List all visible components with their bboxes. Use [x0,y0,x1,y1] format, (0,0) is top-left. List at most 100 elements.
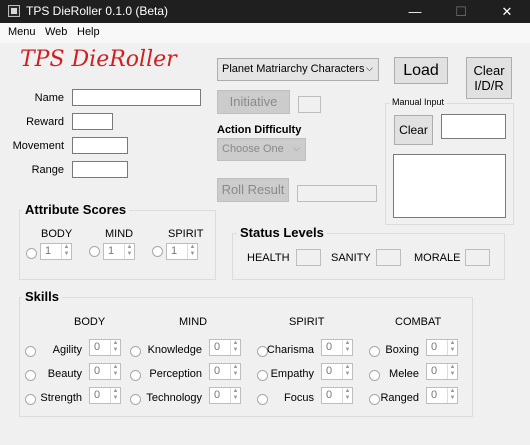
skills-title: Skills [22,289,62,304]
skill-beauty-label: Beauty [47,368,82,380]
roll-result-field[interactable] [297,185,377,202]
skill-charisma-value: 0 [326,341,333,353]
skills-body-header: BODY [74,316,106,328]
close-button[interactable]: ✕ [484,0,530,23]
attr-body-value: 1 [45,245,52,257]
attribute-scores-title: Attribute Scores [22,202,130,217]
skill-knowledge-label: Knowledge [147,344,202,356]
spin-arrows-icon[interactable]: ▲ ▼ [61,244,71,259]
skills-spirit-header: SPIRIT [289,316,325,328]
morale-label: MORALE [414,252,461,264]
initiative-button[interactable]: Initiative [217,90,290,114]
attr-body-stepper[interactable]: 1 ▲ ▼ [40,243,72,260]
skills-combat-header: COMBAT [395,316,442,328]
sanity-label: SANITY [331,252,371,264]
movement-field[interactable] [72,137,128,154]
clear-idr-line1: Clear [473,63,505,78]
menu-item-menu[interactable]: Menu [8,26,36,38]
spin-arrows-icon[interactable]: ▲ ▼ [342,364,352,379]
reward-field[interactable] [72,113,113,130]
roll-result-button[interactable]: Roll Result [217,178,289,202]
attr-spirit-label: SPIRIT [168,228,204,240]
skill-technology-label: Technology [146,392,202,404]
range-label: Range [31,164,64,176]
spin-arrows-icon[interactable]: ▲ ▼ [230,388,240,403]
skill-strength-stepper[interactable]: 0 ▲ ▼ [89,387,121,404]
spin-arrows-icon[interactable]: ▲ ▼ [110,388,120,403]
clear-idr-button[interactable]: Clear I/D/R [466,57,512,99]
skill-boxing-label: Boxing [385,344,419,356]
skill-ranged-label: Ranged [380,392,419,404]
attr-mind-label: MIND [105,228,134,240]
load-button[interactable]: Load [394,57,448,84]
attr-mind-stepper[interactable]: 1 ▲ ▼ [103,243,135,260]
movement-label: Movement [12,140,64,152]
spin-arrows-icon[interactable]: ▲ ▼ [110,364,120,379]
manual-clear-button[interactable]: Clear [394,115,433,145]
spin-arrows-icon[interactable]: ▲ ▼ [230,340,240,355]
skill-melee-value: 0 [431,365,438,377]
spin-arrows-icon[interactable]: ▲ ▼ [342,388,352,403]
menu-item-help[interactable]: Help [77,26,100,38]
action-difficulty-value: Choose One [222,143,284,155]
name-field[interactable] [72,89,201,106]
skill-agility-label: Agility [52,344,82,356]
attr-spirit-radio[interactable] [152,246,163,257]
manual-input-textarea[interactable] [393,154,506,218]
character-select[interactable]: Planet Matriarchy Characters ⌵ [217,58,379,81]
spin-arrows-icon[interactable]: ▲ ▼ [447,364,457,379]
spin-arrows-icon[interactable]: ▲ ▼ [110,340,120,355]
skill-perception-stepper[interactable]: 0 ▲ ▼ [209,363,241,380]
maximize-button[interactable]: ☐ [438,0,484,23]
skill-charisma-stepper[interactable]: 0 ▲ ▼ [321,339,353,356]
attr-spirit-stepper[interactable]: 1 ▲ ▼ [166,243,198,260]
skill-ranged-stepper[interactable]: 0 ▲ ▼ [426,387,458,404]
window-title: TPS DieRoller 0.1.0 (Beta) [26,4,169,18]
skill-strength-label: Strength [40,392,82,404]
skill-charisma-label: Charisma [266,344,314,356]
skill-boxing-stepper[interactable]: 0 ▲ ▼ [426,339,458,356]
skill-perception-value: 0 [214,365,221,377]
initiative-field[interactable] [298,96,321,113]
spin-arrows-icon[interactable]: ▲ ▼ [447,388,457,403]
skill-technology-value: 0 [214,389,221,401]
manual-input-field[interactable] [441,114,506,139]
attr-mind-radio[interactable] [89,246,100,257]
attr-body-radio[interactable] [26,248,37,259]
morale-field[interactable] [465,249,490,266]
attr-body-label: BODY [41,228,73,240]
spin-arrows-icon[interactable]: ▲ ▼ [230,364,240,379]
spin-arrows-icon[interactable]: ▲ ▼ [342,340,352,355]
health-label: HEALTH [247,252,290,264]
sanity-field[interactable] [376,249,401,266]
attr-mind-value: 1 [108,245,115,257]
action-difficulty-label: Action Difficulty [217,124,302,136]
name-label: Name [34,92,64,104]
app-title: TPS DieRoller [20,47,177,72]
skill-knowledge-stepper[interactable]: 0 ▲ ▼ [209,339,241,356]
skill-beauty-stepper[interactable]: 0 ▲ ▼ [89,363,121,380]
skill-beauty-value: 0 [94,365,101,377]
attr-spirit-value: 1 [171,245,178,257]
range-field[interactable] [72,161,128,178]
title-bar: TPS DieRoller 0.1.0 (Beta) — ☐ ✕ [0,0,530,23]
health-field[interactable] [296,249,321,266]
spin-arrows-icon[interactable]: ▲ ▼ [124,244,134,259]
menu-item-web[interactable]: Web [45,26,67,38]
skill-knowledge-value: 0 [214,341,221,353]
spin-arrows-icon[interactable]: ▲ ▼ [447,340,457,355]
skill-melee-stepper[interactable]: 0 ▲ ▼ [426,363,458,380]
reward-label: Reward [26,116,64,128]
spin-arrows-icon[interactable]: ▲ ▼ [187,244,197,259]
status-levels-title: Status Levels [237,225,327,240]
skill-focus-stepper[interactable]: 0 ▲ ▼ [321,387,353,404]
skill-empathy-stepper[interactable]: 0 ▲ ▼ [321,363,353,380]
skill-melee-label: Melee [389,368,419,380]
minimize-button[interactable]: — [392,0,438,23]
skill-boxing-value: 0 [431,341,438,353]
action-difficulty-select[interactable]: Choose One ⌵ [217,138,306,161]
clear-idr-line2: I/D/R [474,78,504,93]
skill-technology-stepper[interactable]: 0 ▲ ▼ [209,387,241,404]
skill-agility-stepper[interactable]: 0 ▲ ▼ [89,339,121,356]
client-area: Menu Web Help TPS DieRoller Name Reward … [0,23,530,445]
